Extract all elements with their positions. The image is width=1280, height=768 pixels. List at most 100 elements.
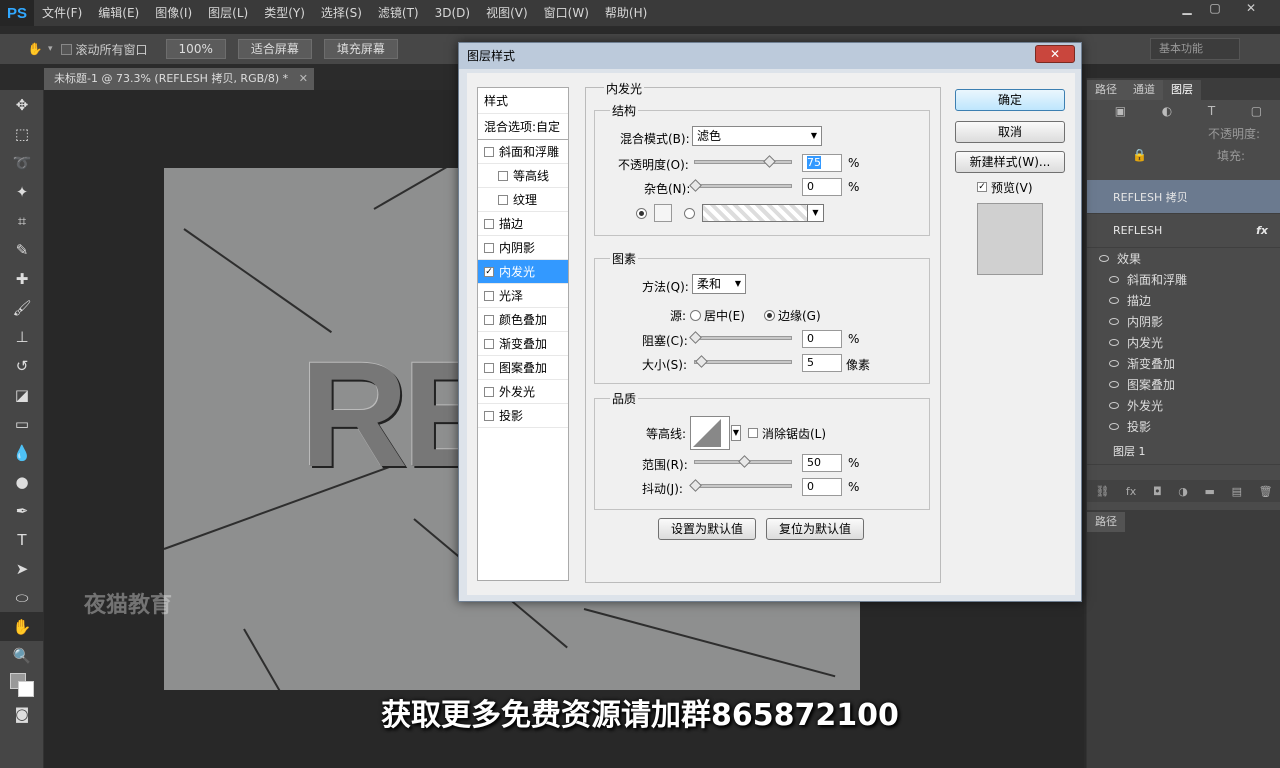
menu-item[interactable]: 滤镜(T) xyxy=(370,0,427,26)
style-item[interactable]: 渐变叠加 xyxy=(478,332,568,356)
chevron-down-icon[interactable]: ▼ xyxy=(731,425,741,441)
image-filter-icon[interactable]: ▣ xyxy=(1115,104,1126,118)
solid-color-radio[interactable] xyxy=(636,208,647,219)
styles-header[interactable]: 样式 xyxy=(478,88,568,114)
zoom-tool-icon[interactable]: 🔍 xyxy=(0,641,44,670)
eye-icon[interactable] xyxy=(1109,402,1119,409)
hand-tool-icon[interactable]: ✋ xyxy=(22,42,48,56)
tab-paths-lower[interactable]: 路径 xyxy=(1087,512,1125,532)
style-checkbox[interactable] xyxy=(498,194,508,205)
lock-icon[interactable]: 🔒 xyxy=(1132,148,1147,162)
type-filter-icon[interactable]: T xyxy=(1208,104,1215,118)
shape-filter-icon[interactable]: ▢ xyxy=(1251,104,1262,118)
adjust-filter-icon[interactable]: ◐ xyxy=(1162,104,1172,118)
choke-input[interactable]: 0 xyxy=(802,330,842,348)
menu-item[interactable]: 帮助(H) xyxy=(597,0,655,26)
fx-icon[interactable]: fx xyxy=(1256,224,1268,237)
healing-brush-tool-icon[interactable]: ✚ xyxy=(0,264,44,293)
style-item[interactable]: 描边 xyxy=(478,212,568,236)
new-style-button[interactable]: 新建样式(W)... xyxy=(955,151,1065,173)
eyedropper-tool-icon[interactable]: ✎ xyxy=(0,235,44,264)
menu-item[interactable]: 窗口(W) xyxy=(536,0,597,26)
style-checkbox[interactable] xyxy=(484,290,494,301)
style-item[interactable]: 图案叠加 xyxy=(478,356,568,380)
delete-layer-icon[interactable]: 🗑 xyxy=(1259,485,1273,498)
zoom-100-button[interactable]: 100% xyxy=(165,39,226,59)
style-checkbox[interactable] xyxy=(484,314,494,325)
cancel-button[interactable]: 取消 xyxy=(955,121,1065,143)
style-checkbox[interactable] xyxy=(484,242,494,253)
new-layer-icon[interactable]: ▤ xyxy=(1232,485,1242,498)
size-slider[interactable] xyxy=(694,355,792,368)
eye-icon[interactable] xyxy=(1099,255,1109,262)
maximize-icon[interactable]: ▢ xyxy=(1200,0,1230,18)
type-tool-icon[interactable]: T xyxy=(0,525,44,554)
style-item[interactable]: 光泽 xyxy=(478,284,568,308)
effect-item[interactable]: 内发光 xyxy=(1087,332,1280,353)
history-brush-tool-icon[interactable]: ↺ xyxy=(0,351,44,380)
noise-input[interactable]: 0 xyxy=(802,178,842,196)
style-checkbox[interactable] xyxy=(484,362,494,373)
layer-item-layer1[interactable]: 图层 1 xyxy=(1087,437,1280,465)
checkbox-box[interactable] xyxy=(60,43,72,55)
minimize-icon[interactable]: ▁ xyxy=(1172,0,1202,18)
document-tab[interactable]: 未标题-1 @ 73.3% (REFLESH 拷贝, RGB/8) * ✕ xyxy=(44,68,314,90)
opacity-slider[interactable] xyxy=(694,155,792,168)
blur-tool-icon[interactable]: 💧 xyxy=(0,438,44,467)
menu-item[interactable]: 图层(L) xyxy=(200,0,256,26)
effect-item[interactable]: 渐变叠加 xyxy=(1087,353,1280,374)
style-item[interactable]: 投影 xyxy=(478,404,568,428)
pen-tool-icon[interactable]: ✒ xyxy=(0,496,44,525)
effect-item[interactable]: 图案叠加 xyxy=(1087,374,1280,395)
eye-icon[interactable] xyxy=(1109,276,1119,283)
path-selection-tool-icon[interactable]: ➤ xyxy=(0,554,44,583)
add-style-icon[interactable]: fx xyxy=(1126,485,1136,498)
effects-group[interactable]: 效果 xyxy=(1087,248,1280,269)
blend-options-item[interactable]: 混合选项:自定 xyxy=(478,114,568,140)
close-tab-icon[interactable]: ✕ xyxy=(299,68,308,90)
eye-icon[interactable] xyxy=(1109,318,1119,325)
gradient-radio[interactable] xyxy=(684,208,695,219)
style-item[interactable]: 等高线 xyxy=(478,164,568,188)
effect-item[interactable]: 描边 xyxy=(1087,290,1280,311)
ellipse-tool-icon[interactable]: ⬭ xyxy=(0,583,44,612)
effect-item[interactable]: 内阴影 xyxy=(1087,311,1280,332)
menu-item[interactable]: 类型(Y) xyxy=(256,0,313,26)
menu-item[interactable]: 文件(F) xyxy=(34,0,90,26)
effect-item[interactable]: 斜面和浮雕 xyxy=(1087,269,1280,290)
effect-item[interactable]: 外发光 xyxy=(1087,395,1280,416)
style-checkbox[interactable] xyxy=(484,410,494,421)
contour-picker[interactable]: ▼ xyxy=(690,416,741,450)
tool-preset-arrow-icon[interactable]: ▾ xyxy=(48,44,53,54)
make-default-button[interactable]: 设置为默认值 xyxy=(658,518,756,540)
style-checkbox[interactable] xyxy=(484,338,494,349)
menu-item[interactable]: 视图(V) xyxy=(478,0,536,26)
jitter-input[interactable]: 0 xyxy=(802,478,842,496)
scroll-all-windows-checkbox[interactable]: 滚动所有窗口 xyxy=(60,41,148,58)
style-item[interactable]: 外发光 xyxy=(478,380,568,404)
source-edge-radio[interactable] xyxy=(764,310,775,321)
clone-stamp-tool-icon[interactable]: ⊥ xyxy=(0,322,44,351)
style-checkbox[interactable] xyxy=(484,146,494,157)
style-item[interactable]: 纹理 xyxy=(478,188,568,212)
gradient-tool-icon[interactable]: ▭ xyxy=(0,409,44,438)
eye-icon[interactable] xyxy=(1109,339,1119,346)
lasso-tool-icon[interactable]: ➰ xyxy=(0,148,44,177)
move-tool-icon[interactable]: ✥ xyxy=(0,90,44,119)
menu-item[interactable]: 编辑(E) xyxy=(90,0,147,26)
noise-slider[interactable] xyxy=(689,179,792,192)
style-checkbox[interactable] xyxy=(484,218,494,229)
link-layers-icon[interactable]: ⛓ xyxy=(1095,485,1109,498)
effect-item[interactable]: 投影 xyxy=(1087,416,1280,437)
layer-item-reflesh-copy[interactable]: REFLESH 拷贝 xyxy=(1087,180,1280,214)
reset-default-button[interactable]: 复位为默认值 xyxy=(766,518,864,540)
eye-icon[interactable] xyxy=(1109,423,1119,430)
tab-layers[interactable]: 图层 xyxy=(1163,80,1201,100)
layer-item-reflesh[interactable]: REFLESH fx xyxy=(1087,214,1280,248)
style-item[interactable]: 斜面和浮雕 xyxy=(478,140,568,164)
ok-button[interactable]: 确定 xyxy=(955,89,1065,111)
crop-tool-icon[interactable]: ⌗ xyxy=(0,206,44,235)
close-dialog-button[interactable]: ✕ xyxy=(1035,45,1075,63)
magic-wand-tool-icon[interactable]: ✦ xyxy=(0,177,44,206)
workspace-switcher[interactable]: 基本功能 xyxy=(1150,38,1240,60)
